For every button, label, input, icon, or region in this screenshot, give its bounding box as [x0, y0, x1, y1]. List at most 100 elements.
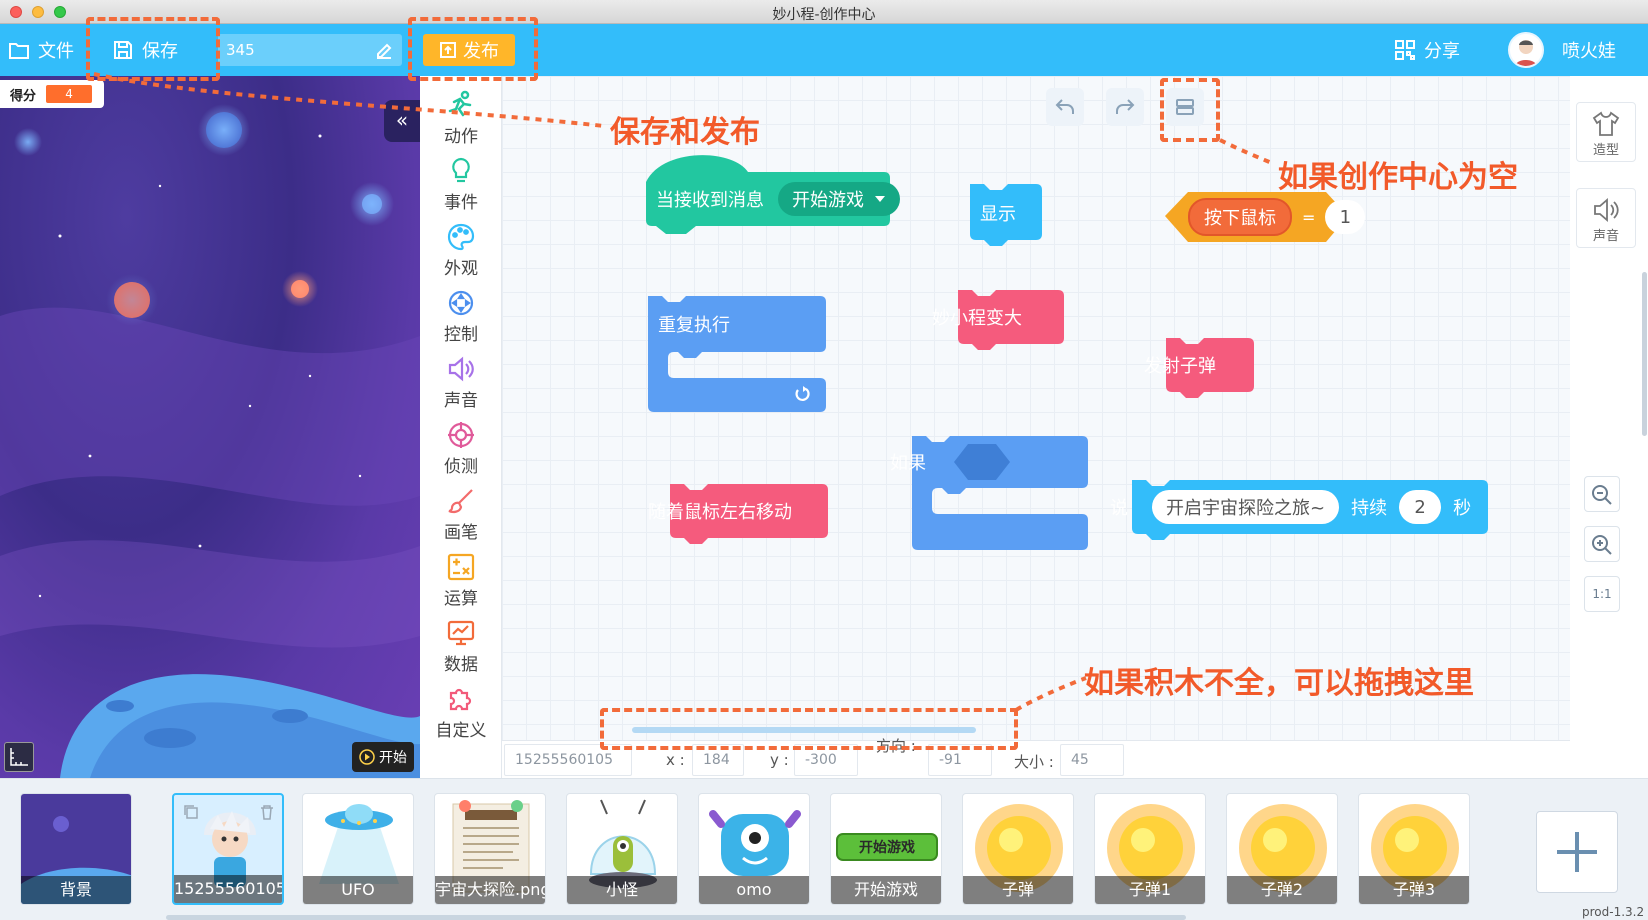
brush-icon: [448, 489, 473, 514]
fire-bullet-block[interactable]: 发射子弹: [1144, 340, 1216, 390]
category-sound[interactable]: 声音: [420, 348, 502, 414]
annotation-box-publish: [408, 17, 538, 81]
message-dropdown[interactable]: 开始游戏: [778, 182, 900, 216]
file-label: 文件: [38, 41, 74, 62]
zoom-out-button[interactable]: [1584, 476, 1620, 512]
user-avatar[interactable]: [1508, 32, 1544, 68]
window-titlebar: 妙小程-创作中心: [0, 0, 1648, 24]
category-label: 画笔: [444, 523, 478, 543]
file-menu-button[interactable]: 文件: [8, 24, 74, 76]
say-for-seconds-block[interactable]: 说 开启宇宙探险之旅~ 持续 2 秒: [1110, 482, 1471, 532]
category-label: 外观: [444, 259, 478, 279]
project-name-input[interactable]: [226, 34, 366, 66]
annotation-drag-here: 如果积木不全，可以拖拽这里: [1084, 666, 1474, 701]
double-chevron-left-icon[interactable]: «: [384, 100, 420, 142]
costume-label: 造型: [1592, 143, 1619, 158]
block-label: 妙小程变大: [932, 308, 1022, 329]
folder-icon: [9, 43, 29, 59]
sprite-card-15255560105[interactable]: 15255560105: [172, 793, 284, 905]
copy-icon[interactable]: [182, 803, 200, 821]
sprite-card-alien[interactable]: 小怪: [566, 793, 678, 905]
costume-tab[interactable]: 造型: [1576, 102, 1636, 162]
add-sprite-button[interactable]: [1536, 811, 1618, 893]
plus-icon: [1557, 832, 1597, 872]
speaker-icon: [448, 356, 474, 382]
category-control[interactable]: 控制: [420, 282, 502, 348]
sprite-label: 子弹: [963, 876, 1073, 904]
category-label: 数据: [444, 655, 478, 675]
share-button[interactable]: 分享: [1394, 24, 1460, 76]
follow-mouse-block[interactable]: 随着鼠标左右移动: [648, 486, 792, 536]
category-motion[interactable]: 动作: [420, 84, 502, 150]
category-custom[interactable]: 自定义: [420, 678, 502, 744]
share-label: 分享: [1424, 41, 1460, 62]
sprite-card-omo[interactable]: omo: [698, 793, 810, 905]
sprite-card-bullet-1[interactable]: 子弹1: [1094, 793, 1206, 905]
username[interactable]: 喷火娃: [1562, 24, 1616, 76]
mouse-value-input[interactable]: 1: [1325, 200, 1366, 234]
category-label: 运算: [444, 589, 478, 609]
category-pen[interactable]: 画笔: [420, 480, 502, 546]
zoom-out-icon: [1592, 485, 1612, 505]
annotation-box-save: [86, 17, 220, 81]
trash-icon[interactable]: [258, 803, 276, 821]
mouse-down-reporter[interactable]: 按下鼠标: [1188, 198, 1292, 236]
qr-grid-icon: [1395, 40, 1415, 60]
category-label: 声音: [444, 391, 478, 411]
category-data[interactable]: 数据: [420, 612, 502, 678]
annotation-empty-center: 如果创作中心为空: [1278, 160, 1518, 195]
when-receive-message-block[interactable]: 当接收到消息 开始游戏: [656, 172, 900, 226]
sprite-card-bullet-2[interactable]: 子弹2: [1226, 793, 1338, 905]
sound-tab[interactable]: 声音: [1576, 188, 1636, 248]
size-label: 大小 :: [1014, 753, 1054, 771]
zoom-in-button[interactable]: [1584, 526, 1620, 562]
sprite-card-ufo[interactable]: UFO: [302, 793, 414, 905]
mouse-down-equals-block[interactable]: 按下鼠标 = 1: [1164, 192, 1366, 242]
sprite-label: 背景: [21, 876, 131, 904]
sprite-list-scrollbar[interactable]: [166, 915, 1186, 920]
sprite-label: 宇宙大探险.png: [435, 876, 545, 904]
sprite-label: 15255560105: [174, 875, 282, 903]
sprite-card-bullet-3[interactable]: 子弹3: [1358, 793, 1470, 905]
bulb-icon: [452, 157, 470, 183]
show-block[interactable]: 显示: [980, 188, 1016, 238]
pencil-icon[interactable]: [374, 40, 394, 60]
category-label: 事件: [444, 193, 478, 213]
right-toolbar: 造型 声音 1:1: [1570, 76, 1648, 778]
y-label: y :: [770, 751, 789, 769]
category-events[interactable]: 事件: [420, 150, 502, 216]
speaker-icon: [1594, 198, 1619, 222]
sprite-card-poster[interactable]: 宇宙大探险.png: [434, 793, 546, 905]
size-input[interactable]: 45: [1060, 744, 1124, 776]
forever-block[interactable]: 重复执行: [658, 298, 730, 350]
sprite-label: 子弹2: [1227, 876, 1337, 904]
block-label: 发射子弹: [1144, 356, 1216, 377]
reporter-label: 按下鼠标: [1204, 208, 1276, 229]
project-name-field[interactable]: [218, 34, 402, 66]
sprite-label: 子弹3: [1359, 876, 1469, 904]
sprite-card-background[interactable]: 背景: [20, 793, 132, 905]
x-label: x :: [666, 751, 685, 769]
space-background: [0, 104, 420, 778]
reset-zoom-button[interactable]: 1:1: [1584, 576, 1620, 612]
if-block[interactable]: 如果: [890, 438, 926, 486]
stage-start-button[interactable]: 开始: [352, 742, 414, 772]
seconds-input[interactable]: 2: [1399, 490, 1442, 524]
block-label: 随着鼠标左右移动: [648, 502, 792, 523]
canvas-vertical-scrollbar[interactable]: [1642, 272, 1647, 436]
category-operators[interactable]: 运算: [420, 546, 502, 612]
block-label: 当接收到消息: [656, 190, 764, 211]
block-label: 显示: [980, 204, 1016, 225]
category-looks[interactable]: 外观: [420, 216, 502, 282]
category-sensing[interactable]: 侦测: [420, 414, 502, 480]
message-value: 开始游戏: [792, 190, 864, 211]
top-toolbar: 文件 保存 发布 分享 喷火娃: [0, 24, 1648, 76]
stage-preview[interactable]: 得分 4 « 开始: [0, 76, 420, 778]
grow-block[interactable]: 妙小程变大: [932, 292, 1022, 342]
run-icon: [448, 90, 472, 117]
puzzle-icon: [449, 688, 472, 711]
ruler-icon[interactable]: [4, 742, 34, 772]
say-text-input[interactable]: 开启宇宙探险之旅~: [1152, 490, 1340, 524]
sprite-card-bullet[interactable]: 子弹: [962, 793, 1074, 905]
sprite-card-start-game[interactable]: 开始游戏 开始游戏: [830, 793, 942, 905]
